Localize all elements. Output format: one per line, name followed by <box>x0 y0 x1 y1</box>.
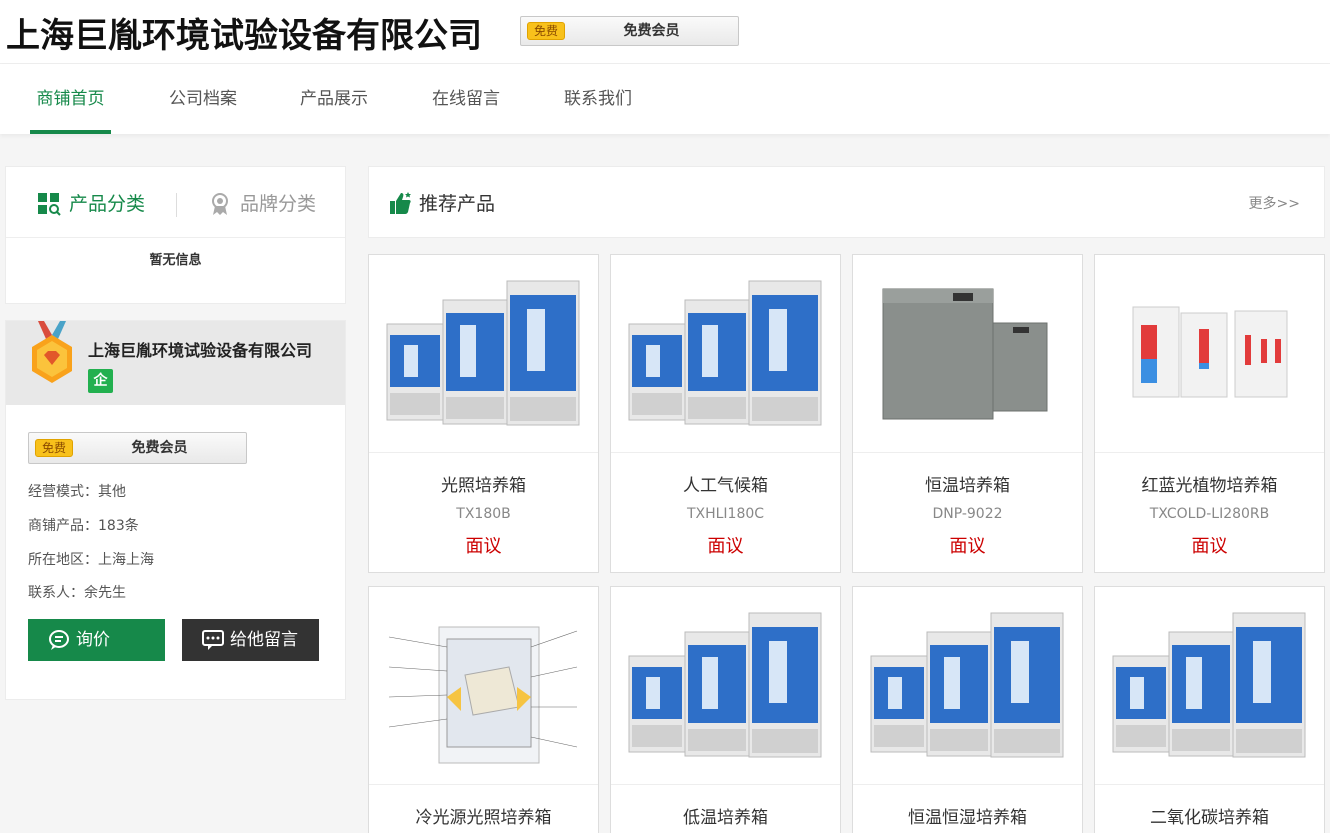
chat-bubble-icon <box>49 630 69 650</box>
nav-products[interactable]: 产品展示 <box>296 64 372 134</box>
product-card[interactable]: 冷光源光照培养箱 <box>368 586 599 833</box>
product-name: 人工气候箱 <box>683 476 768 496</box>
member-label: 免费会员 <box>623 23 680 39</box>
more-link[interactable]: 更多>> <box>1249 193 1300 213</box>
message-icon <box>202 630 224 650</box>
inquiry-button[interactable]: 询价 <box>28 619 165 661</box>
company-card-header: 上海巨胤环境试验设备有限公司 企 <box>6 321 345 405</box>
product-name: 恒温培养箱 <box>925 476 1010 496</box>
product-model: TXHLI180C <box>686 506 765 522</box>
product-name: 低温培养箱 <box>683 808 768 828</box>
product-name: 红蓝光植物培养箱 <box>1141 476 1278 496</box>
product-card[interactable]: 低温培养箱 <box>610 586 841 833</box>
company-card-name: 上海巨胤环境试验设备有限公司 <box>88 341 313 360</box>
leave-message-button-label: 给他留言 <box>230 630 298 650</box>
product-image <box>369 587 598 785</box>
product-image <box>853 255 1082 453</box>
divider <box>6 237 345 238</box>
product-name: 二氧化碳培养箱 <box>1150 808 1269 828</box>
product-price: 面议 <box>707 536 744 557</box>
company-member-badge: 免费 免费会员 <box>28 432 247 464</box>
recommended-title: 推荐产品 <box>419 193 496 215</box>
product-image <box>611 587 840 785</box>
product-model: DNP-9022 <box>932 506 1003 522</box>
thumbs-up-icon <box>390 192 411 214</box>
free-tag: 免费 <box>35 439 73 457</box>
product-card[interactable]: 人工气候箱 TXHLI180C 面议 <box>610 254 841 573</box>
product-model: TXCOLD-LI280RB <box>1149 506 1270 522</box>
region: 所在地区：上海上海 <box>28 552 154 568</box>
product-price: 面议 <box>465 536 502 557</box>
product-image <box>611 255 840 453</box>
product-image <box>1095 587 1324 785</box>
product-image <box>1095 255 1324 453</box>
nav-contact[interactable]: 联系我们 <box>560 64 636 134</box>
award-icon <box>212 193 228 215</box>
product-name: 冷光源光照培养箱 <box>415 808 552 828</box>
category-panel: 产品分类 品牌分类 暂无信息 <box>5 166 346 304</box>
business-mode: 经营模式：其他 <box>28 484 126 500</box>
free-tag: 免费 <box>527 22 565 40</box>
product-card[interactable]: 二氧化碳培养箱 <box>1094 586 1325 833</box>
product-model: TX180B <box>456 506 511 522</box>
product-image <box>853 587 1082 785</box>
product-card[interactable]: 光照培养箱 TX180B 面议 <box>368 254 599 573</box>
medal-icon <box>32 321 72 383</box>
nav-home[interactable]: 商铺首页 <box>30 64 111 134</box>
inquiry-button-label: 询价 <box>76 630 110 650</box>
grid-search-icon <box>38 193 61 216</box>
enterprise-badge: 企 <box>88 369 113 393</box>
leave-message-button[interactable]: 给他留言 <box>182 619 319 661</box>
tab-divider <box>176 193 177 217</box>
main-nav: 商铺首页 公司档案 产品展示 在线留言 联系我们 <box>0 64 1330 134</box>
tab-brand-category-label: 品牌分类 <box>240 193 317 215</box>
member-label: 免费会员 <box>131 440 188 456</box>
company-info-card: 上海巨胤环境试验设备有限公司 企 免费 免费会员 经营模式：其他 商铺产品：18… <box>5 320 346 700</box>
nav-company-profile[interactable]: 公司档案 <box>165 64 241 134</box>
product-card[interactable]: 红蓝光植物培养箱 TXCOLD-LI280RB 面议 <box>1094 254 1325 573</box>
tab-product-category-label: 产品分类 <box>69 193 146 215</box>
product-card[interactable]: 恒温培养箱 DNP-9022 面议 <box>852 254 1083 573</box>
contact-person: 联系人：余先生 <box>28 585 126 601</box>
product-card[interactable]: 恒温恒湿培养箱 <box>852 586 1083 833</box>
product-image <box>369 255 598 453</box>
top-header: 上海巨胤环境试验设备有限公司 免费 免费会员 <box>0 0 1330 64</box>
nav-online-message[interactable]: 在线留言 <box>428 64 504 134</box>
product-name: 恒温恒湿培养箱 <box>908 808 1027 828</box>
recommended-header: 推荐产品 更多>> <box>368 166 1325 238</box>
product-price: 面议 <box>949 536 986 557</box>
product-price: 面议 <box>1191 536 1228 557</box>
member-badge: 免费 免费会员 <box>520 16 739 46</box>
empty-message: 暂无信息 <box>149 253 202 268</box>
product-name: 光照培养箱 <box>441 476 526 496</box>
shop-products-count: 商铺产品：183条 <box>28 518 139 534</box>
company-title: 上海巨胤环境试验设备有限公司 <box>6 16 482 56</box>
